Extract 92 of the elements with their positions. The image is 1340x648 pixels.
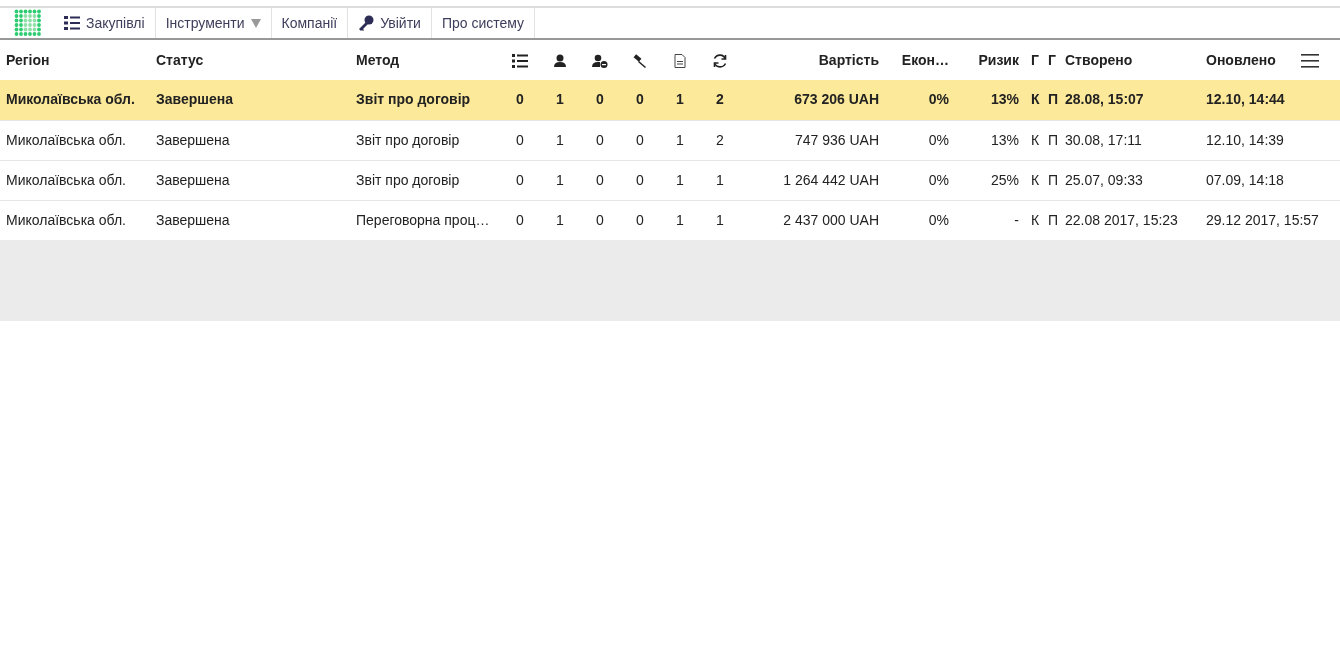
table-cell: 1 xyxy=(676,131,684,148)
table-cell: Миколаївська обл. xyxy=(6,91,135,108)
table-cell: 747 936 UAH xyxy=(794,131,879,148)
nav-link[interactable]: Закупівлі xyxy=(54,8,156,38)
table-cell: 0 xyxy=(516,131,524,148)
table-cell: 0 xyxy=(636,211,644,228)
table-cell: 0 xyxy=(636,91,644,108)
column-header[interactable]: Метод xyxy=(350,40,500,80)
person-minus-icon xyxy=(592,53,608,68)
table-cell: 673 206 UAH xyxy=(794,91,879,108)
table-cell: 12.10, 14:44 xyxy=(1206,91,1285,108)
table-cell: П xyxy=(1048,91,1059,108)
logo-icon xyxy=(14,9,42,37)
table-cell: 0 xyxy=(516,91,524,108)
table-cell: К xyxy=(1031,171,1040,188)
column-header[interactable]: Оновлено xyxy=(1200,40,1295,80)
table-cell: 1 xyxy=(676,171,684,188)
table-cell: П xyxy=(1048,211,1059,228)
person-icon xyxy=(553,53,567,68)
column-header[interactable]: Ризик xyxy=(955,40,1025,80)
refresh-icon xyxy=(712,52,728,69)
table-cell: 0% xyxy=(928,211,949,228)
nav-link[interactable]: Увійти xyxy=(348,8,432,38)
table-cell: 0% xyxy=(928,131,949,148)
table-cell: 07.09, 14:18 xyxy=(1206,171,1284,188)
table-row[interactable]: Миколаївська обл. Завершена Звіт про договір 0 1 0 0 1 1 1 264 442 UAH 0% 25% К П 25.07, 09:33 07.09, 14:18 xyxy=(0,160,1340,200)
column-header[interactable]: Регіон xyxy=(0,40,150,80)
table-cell: 0% xyxy=(928,171,949,188)
table-cell: П xyxy=(1048,171,1059,188)
table-cell: 1 xyxy=(676,211,684,228)
table-cell: 0 xyxy=(636,171,644,188)
table-cell: Завершена xyxy=(156,131,230,148)
caret-icon xyxy=(250,18,261,28)
table-cell: 1 xyxy=(676,91,684,108)
list-icon xyxy=(512,53,528,68)
table-cell: Завершена xyxy=(156,171,230,188)
hammer-icon xyxy=(633,53,647,68)
table-cell: 0 xyxy=(596,211,604,228)
key-icon xyxy=(358,15,375,31)
table-cell: 13% xyxy=(990,131,1019,148)
table-cell: 0 xyxy=(596,91,604,108)
table-cell: 2 437 000 UAH xyxy=(783,211,879,228)
table-cell: 0% xyxy=(928,91,949,108)
table-cell: 0 xyxy=(516,171,524,188)
table-cell: Миколаївська обл. xyxy=(6,131,126,148)
table-row[interactable]: Миколаївська обл. Завершена Звіт про договір 0 1 0 0 1 2 747 936 UAH 0% 13% К П 30.08, 17:11 12.10, 14:39 xyxy=(0,120,1340,160)
table-cell: 0 xyxy=(596,131,604,148)
column-header[interactable]: Г xyxy=(1042,40,1059,80)
table-cell: 28.08, 15:07 xyxy=(1065,91,1144,108)
table-cell: 1 xyxy=(556,91,564,108)
table-cell: 1 xyxy=(716,211,724,228)
selected-table-row[interactable]: Миколаївська обл. Завершена Звіт про договір 0 1 0 0 1 2 673 206 UAH 0% 13% К П 28.08, 15:07 12.10, 14:44 xyxy=(0,80,1340,120)
column-header[interactable]: Вартість xyxy=(740,40,885,80)
table-cell: 2 xyxy=(716,131,724,148)
table-cell: 2 xyxy=(716,91,724,108)
table-cell: К xyxy=(1031,211,1040,228)
table-cell: 1 264 442 UAH xyxy=(783,171,879,188)
table-cell: К xyxy=(1031,91,1040,108)
table-cell: Звіт про договір xyxy=(356,131,460,148)
table-cell: Завершена xyxy=(156,91,233,108)
table-cell: Переговорна проц… xyxy=(356,211,490,228)
table-cell: 13% xyxy=(990,91,1019,108)
table-cell: 1 xyxy=(556,131,564,148)
column-header[interactable]: Г xyxy=(1025,40,1042,80)
table-cell: 12.10, 14:39 xyxy=(1206,131,1284,148)
table-cell: Завершена xyxy=(156,211,230,228)
table-cell: 0 xyxy=(516,211,524,228)
table-cell: 25.07, 09:33 xyxy=(1065,171,1143,188)
table-cell: Миколаївська обл. xyxy=(6,171,126,188)
table-cell: П xyxy=(1048,131,1059,148)
document-icon xyxy=(674,53,686,68)
list-icon xyxy=(64,16,80,30)
table-cell: 1 xyxy=(556,171,564,188)
table-cell: - xyxy=(1014,211,1019,228)
nav-link[interactable]: Компанії xyxy=(271,8,349,38)
table-cell: 25% xyxy=(990,171,1019,188)
table-cell: 0 xyxy=(596,171,604,188)
dropdown-menu-link[interactable]: Інструменти xyxy=(155,8,272,38)
table-cell: Звіт про договір xyxy=(356,91,471,108)
column-header[interactable]: Екон… xyxy=(885,40,955,80)
table-cell: 30.08, 17:11 xyxy=(1065,131,1142,148)
table-cell: 1 xyxy=(716,171,724,188)
table-cell: 22.08 2017, 15:23 xyxy=(1065,211,1178,228)
table-cell: Миколаївська обл. xyxy=(6,211,126,228)
table-cell: К xyxy=(1031,131,1040,148)
table-cell: Звіт про договір xyxy=(356,171,460,188)
table-cell: 1 xyxy=(556,211,564,228)
column-header[interactable]: Статус xyxy=(150,40,350,80)
table-cell: 0 xyxy=(636,131,644,148)
nav-link[interactable]: Про систему xyxy=(431,8,536,38)
column-header[interactable]: Створено xyxy=(1059,40,1200,80)
table-cell: 29.12 2017, 15:57 xyxy=(1206,211,1319,228)
